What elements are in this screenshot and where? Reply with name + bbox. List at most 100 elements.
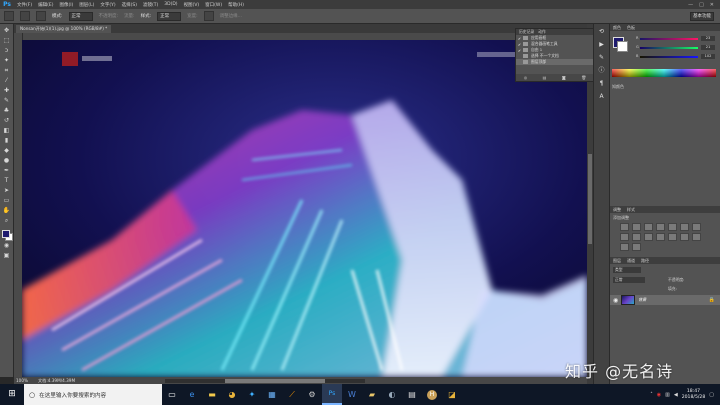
tab-swatches[interactable]: 色板	[627, 24, 635, 31]
levels-icon[interactable]	[632, 223, 641, 231]
background-color-preview[interactable]	[617, 41, 628, 52]
shape-tool-icon[interactable]: ▭	[2, 197, 11, 205]
color-spectrum[interactable]	[612, 69, 716, 77]
channel-b-value[interactable]: 102	[701, 54, 715, 59]
menu-image[interactable]: 图像(I)	[56, 2, 76, 8]
blend-mode-select[interactable]: 正常	[613, 277, 645, 283]
search-placeholder[interactable]: 在这里输入你要搜索的内容	[39, 391, 106, 399]
illustrator-app-icon[interactable]: ⟋	[282, 384, 302, 405]
tab-color[interactable]: 颜色	[613, 24, 621, 31]
lookup-icon[interactable]	[656, 233, 665, 241]
notes-app-icon[interactable]: ▤	[402, 384, 422, 405]
notification-icon[interactable]: ▢	[709, 392, 714, 398]
menu-view[interactable]: 视图(V)	[181, 2, 203, 8]
healing-brush-icon[interactable]: ✚	[2, 87, 11, 95]
menu-select[interactable]: 选择(S)	[119, 2, 140, 8]
channel-r-value[interactable]: 23	[701, 36, 715, 41]
folder-app-icon[interactable]: ▰	[362, 384, 382, 405]
eyedropper-icon[interactable]: ⁄	[2, 77, 11, 85]
tab-layers[interactable]: 图层	[613, 257, 621, 264]
info-icon[interactable]: ⓘ	[597, 67, 606, 75]
menu-help[interactable]: 帮助(H)	[225, 2, 247, 8]
play-icon[interactable]: ▶	[597, 41, 606, 49]
exposure-icon[interactable]	[656, 223, 665, 231]
move-tool-icon[interactable]: ✥	[2, 27, 11, 35]
document-tab[interactable]: Nonsan开始(1)(1).jpg @ 100% (RGB/8#) *	[16, 25, 112, 33]
brush-tool-icon[interactable]: ✎	[2, 97, 11, 105]
tab-channels[interactable]: 通道	[627, 257, 635, 264]
tab-paths[interactable]: 路径	[641, 257, 649, 264]
color-swatches[interactable]	[1, 230, 13, 241]
document-canvas[interactable]	[22, 40, 587, 377]
add-selection-icon[interactable]	[36, 11, 46, 21]
h-app-icon[interactable]: H	[422, 384, 442, 405]
settings-app-icon[interactable]: ⚙	[302, 384, 322, 405]
history-item-selected[interactable]: 图层顶部	[516, 59, 594, 65]
screen-mode-icon[interactable]: ▣	[2, 252, 11, 260]
new-selection-icon[interactable]	[20, 11, 30, 21]
tab-adjustments[interactable]: 调整	[613, 206, 621, 213]
threshold-icon[interactable]	[692, 233, 701, 241]
paragraph-icon[interactable]: ¶	[597, 80, 606, 88]
layer-kind-filter[interactable]: 类型	[613, 267, 641, 273]
zoom-level[interactable]: 100%	[16, 378, 28, 383]
tab-styles[interactable]: 样式	[627, 206, 635, 213]
brush-presets-icon[interactable]: ✎	[597, 54, 606, 62]
gradient-tool-icon[interactable]: ▮	[2, 137, 11, 145]
network-icon[interactable]: ▥	[665, 392, 670, 398]
new-document-icon[interactable]: ▤	[543, 75, 547, 80]
taskbar-clock[interactable]: 18:47 2018/5/28	[682, 389, 706, 401]
brush-icon[interactable]	[203, 11, 214, 21]
menu-edit[interactable]: 编辑(E)	[35, 2, 56, 8]
task-view-icon[interactable]: ▭	[162, 384, 182, 405]
horizontal-scroll-thumb[interactable]	[225, 378, 326, 383]
tool-app-icon[interactable]: ✦	[242, 384, 262, 405]
curves-icon[interactable]	[644, 223, 653, 231]
check-icon[interactable]: ✔	[516, 42, 523, 47]
file-explorer-icon[interactable]: ▬	[202, 384, 222, 405]
color-balance-icon[interactable]	[692, 223, 701, 231]
foreground-color-swatch[interactable]	[1, 230, 10, 238]
posterize-icon[interactable]	[680, 233, 689, 241]
selective-color-icon[interactable]	[632, 243, 641, 251]
bw-icon[interactable]	[620, 233, 629, 241]
channel-g-slider[interactable]	[640, 47, 698, 49]
eraser-tool-icon[interactable]: ◧	[2, 127, 11, 135]
menu-file[interactable]: 文件(F)	[14, 2, 35, 8]
history-panel-icon[interactable]: ⟲	[597, 28, 606, 36]
word-app-icon[interactable]: W	[342, 384, 362, 405]
trash-icon[interactable]: 🗑	[581, 75, 586, 80]
invert-icon[interactable]	[668, 233, 677, 241]
menu-layer[interactable]: 图层(L)	[76, 2, 97, 8]
stamp-tool-icon[interactable]: ♣	[2, 107, 11, 115]
marquee-tool-icon[interactable]: ⬚	[2, 37, 11, 45]
mode-select[interactable]: 正常	[68, 11, 93, 21]
channel-r-slider[interactable]	[640, 38, 698, 40]
taskbar-search[interactable]: ○ 在这里输入你要搜索的内容	[24, 384, 162, 405]
vibrance-icon[interactable]	[668, 223, 677, 231]
crop-tool-icon[interactable]: ⌗	[2, 67, 11, 75]
visibility-eye-icon[interactable]: ◉	[610, 297, 618, 304]
character-icon[interactable]: A	[597, 93, 606, 101]
zoom-tool-icon[interactable]: ⌕	[2, 217, 11, 225]
photo-filter-icon[interactable]	[632, 233, 641, 241]
path-select-icon[interactable]: ➤	[2, 187, 11, 195]
horizontal-scrollbar[interactable]	[165, 378, 366, 383]
menu-type[interactable]: 文字(Y)	[97, 2, 118, 8]
chrome-icon[interactable]: ◕	[222, 384, 242, 405]
style-select[interactable]: 正常	[157, 11, 182, 21]
layer-row[interactable]: ◉ 背景 🔒	[610, 295, 720, 305]
hand-tool-icon[interactable]: ✋	[2, 207, 11, 215]
vertical-scroll-thumb[interactable]	[588, 154, 592, 244]
lasso-tool-icon[interactable]: ↄ	[2, 47, 11, 55]
edge-browser-icon[interactable]: e	[182, 384, 202, 405]
calendar-app-icon[interactable]: ▦	[262, 384, 282, 405]
refine-edge-button[interactable]: 调整边缘...	[220, 13, 242, 19]
close-button[interactable]: ✕	[710, 2, 714, 8]
maximize-button[interactable]: □	[699, 2, 704, 8]
document-size[interactable]: 文档:4.39M/4.39M	[38, 378, 75, 384]
menu-3d[interactable]: 3D(D)	[161, 2, 180, 7]
type-tool-icon[interactable]: T	[2, 177, 11, 185]
history-brush-icon[interactable]: ↺	[2, 117, 11, 125]
windows-start-icon[interactable]: ⊞	[0, 384, 24, 405]
